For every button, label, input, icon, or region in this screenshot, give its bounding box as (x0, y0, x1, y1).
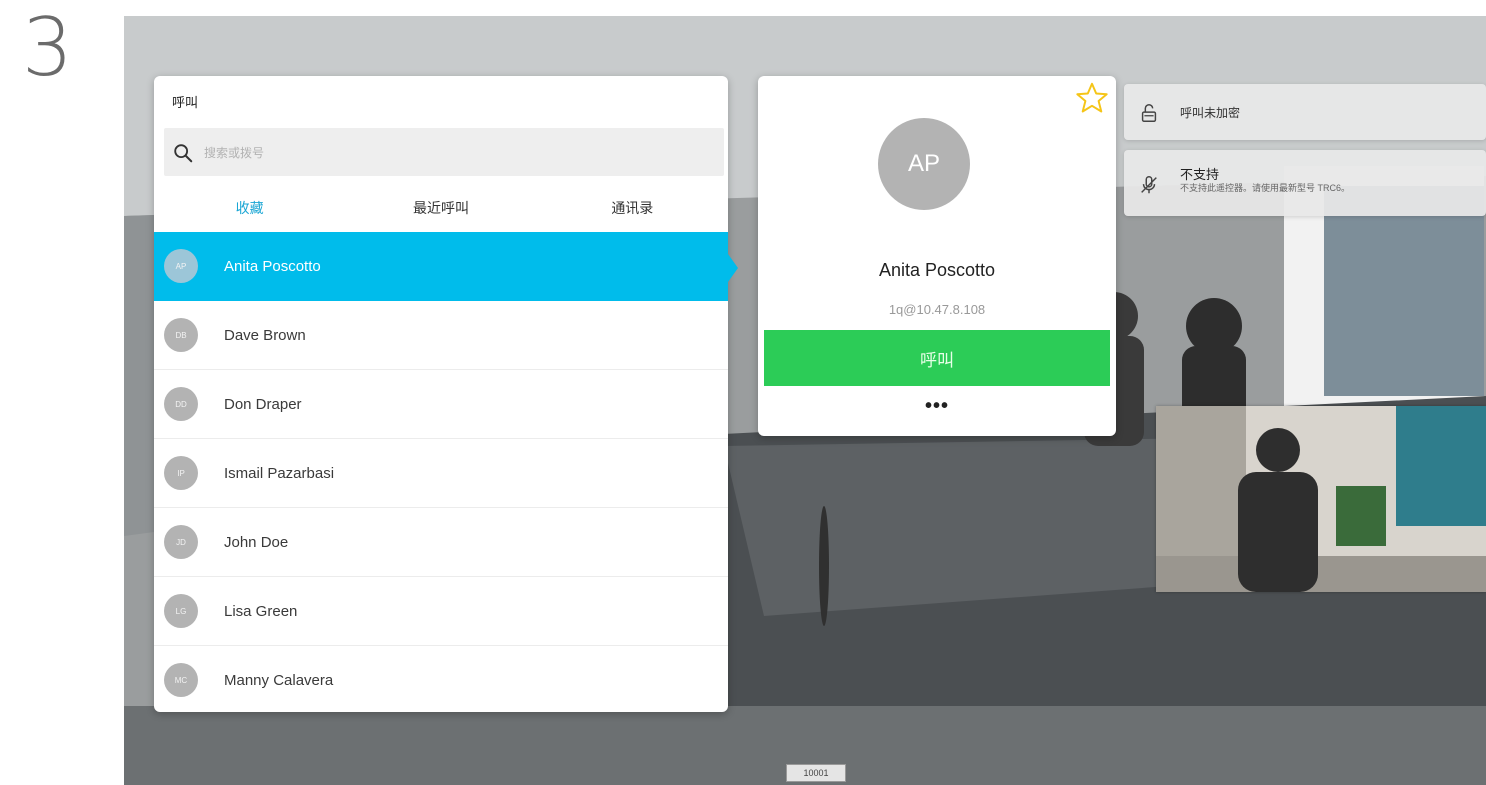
more-options-button[interactable]: ••• (908, 394, 966, 418)
contact-name: Lisa Green (224, 602, 298, 620)
self-view (1156, 406, 1486, 592)
contact-name: Ismail Pazarbasi (224, 464, 335, 482)
contact-row[interactable]: MC Manny Calavera (154, 646, 728, 712)
tab-favorites[interactable]: 收藏 (154, 184, 345, 232)
notification-unsupported: 不支持 不支持此遥控器。请使用最新型号 TRC6。 (1124, 150, 1486, 216)
contact-row[interactable]: DB Dave Brown (154, 301, 728, 370)
contact-list: AP Anita Poscotto DB Dave Brown DD Don D… (154, 232, 728, 712)
contact-row[interactable]: AP Anita Poscotto (154, 232, 728, 301)
avatar: DB (164, 318, 198, 352)
contact-row[interactable]: DD Don Draper (154, 370, 728, 439)
avatar: AP (878, 118, 970, 210)
notification-unencrypted: 呼叫未加密 (1124, 84, 1486, 140)
video-screen: 呼叫 收藏 最近呼叫 通讯录 AP Anita Poscotto DB Dave… (124, 16, 1486, 785)
detail-name: Anita Poscotto (878, 260, 996, 280)
contact-name: John Doe (224, 533, 289, 551)
panel-title: 呼叫 (172, 95, 199, 110)
contact-name: Anita Poscotto (224, 257, 321, 275)
avatar: DD (164, 387, 198, 421)
contact-row[interactable]: LG Lisa Green (154, 577, 728, 646)
avatar: IP (164, 456, 198, 490)
contact-name: Don Draper (224, 395, 302, 413)
search-input[interactable] (202, 138, 706, 168)
avatar: AP (164, 249, 198, 283)
call-button[interactable]: 呼叫 (764, 330, 1110, 386)
avatar: MC (164, 663, 198, 697)
tab-recents[interactable]: 最近呼叫 (345, 184, 536, 232)
lock-open-icon (1141, 104, 1157, 122)
avatar: LG (164, 594, 198, 628)
notification-text: 呼叫未加密 (1180, 106, 1241, 120)
contact-row[interactable]: JD John Doe (154, 508, 728, 577)
search-icon (174, 144, 193, 163)
extension-badge: 10001 (786, 764, 846, 782)
detail-address: 1q@10.47.8.108 (888, 302, 986, 317)
mic-off-icon (1141, 176, 1157, 194)
contact-name: Dave Brown (224, 326, 306, 344)
avatar: JD (164, 525, 198, 559)
contact-name: Manny Calavera (224, 671, 334, 689)
contact-detail-card: AP Anita Poscotto 1q@10.47.8.108 呼叫 ••• (758, 76, 1116, 436)
contact-row[interactable]: IP Ismail Pazarbasi (154, 439, 728, 508)
selection-pointer (728, 254, 738, 282)
tab-directory[interactable]: 通讯录 (537, 184, 728, 232)
star-outline-icon[interactable] (1074, 80, 1110, 116)
tab-bar: 收藏 最近呼叫 通讯录 (154, 184, 728, 232)
step-number: 3 (22, 1, 73, 94)
search-box[interactable] (164, 128, 724, 176)
call-panel: 呼叫 收藏 最近呼叫 通讯录 AP Anita Poscotto DB Dave… (154, 76, 728, 712)
notification-description: 不支持此遥控器。请使用最新型号 TRC6。 (1180, 183, 1351, 193)
